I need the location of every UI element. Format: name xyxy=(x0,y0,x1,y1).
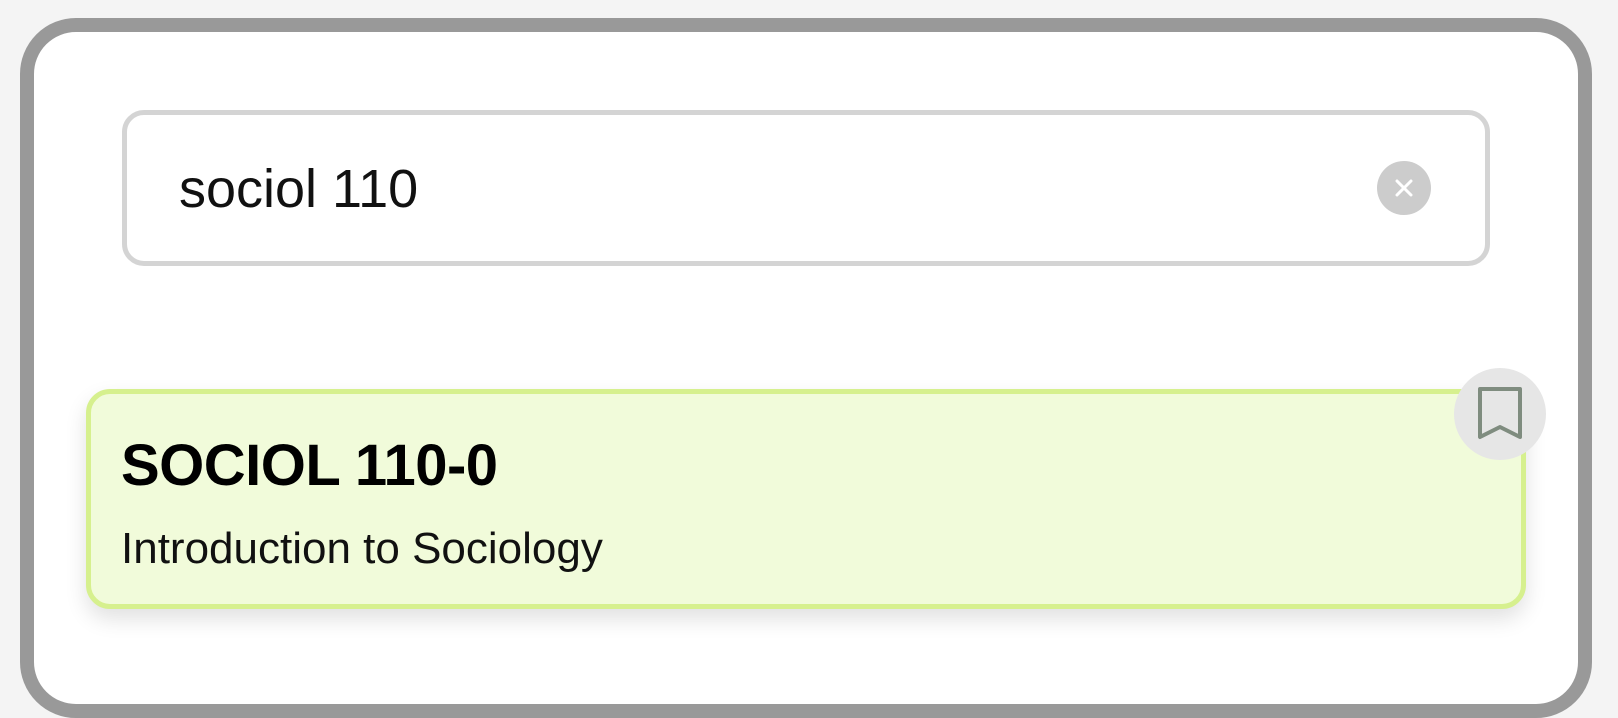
course-result-card[interactable]: SOCIOL 110-0 Introduction to Sociology xyxy=(86,389,1526,609)
search-input[interactable] xyxy=(179,139,1359,239)
course-title: Introduction to Sociology xyxy=(121,524,603,573)
course-code: SOCIOL 110-0 xyxy=(121,433,498,498)
clear-search-button[interactable] xyxy=(1377,161,1431,215)
close-icon xyxy=(1395,179,1413,197)
bookmark-button[interactable] xyxy=(1454,368,1546,460)
bookmark-icon xyxy=(1478,387,1522,439)
search-box xyxy=(122,110,1490,266)
